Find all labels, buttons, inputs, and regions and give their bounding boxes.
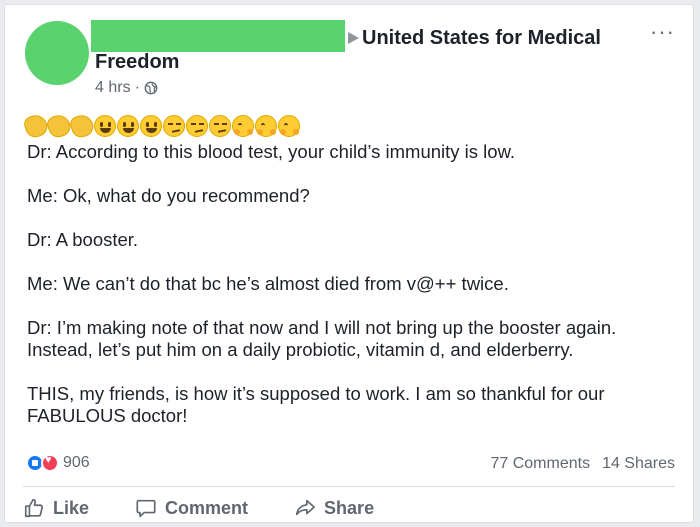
reaction-summary[interactable]: 906 <box>26 454 90 472</box>
globe-icon <box>144 81 158 95</box>
smirking-face-icon <box>163 115 185 137</box>
post-body: Dr: According to this blood test, your c… <box>27 141 687 449</box>
post-paragraph: Dr: A booster. <box>27 229 139 250</box>
post-time[interactable]: 4 hrs <box>95 79 131 97</box>
post-meta: 4 hrs · <box>95 79 158 97</box>
clapping-hands-icon <box>44 111 74 141</box>
comment-bubble-icon <box>136 499 156 518</box>
share-label: Share <box>324 497 375 518</box>
smirking-face-icon <box>186 115 208 137</box>
comment-label: Comment <box>165 497 249 518</box>
hugging-face-icon <box>232 115 254 137</box>
avatar-redacted[interactable] <box>25 21 89 85</box>
comment-button[interactable]: Comment <box>135 497 248 519</box>
engagement-counts: 77 Comments 14 Shares <box>490 455 675 473</box>
action-bar: Like Comment Share <box>23 497 374 519</box>
post-paragraph: Me: We can’t do that bc he’s almost died… <box>27 273 509 294</box>
hugging-face-icon <box>255 115 277 137</box>
like-label: Like <box>53 497 90 518</box>
clapping-hands-icon <box>21 111 51 141</box>
post-paragraph: Dr: I’m making note of that now and I wi… <box>27 317 617 360</box>
divider <box>23 486 675 487</box>
like-button[interactable]: Like <box>23 497 89 519</box>
author-name-redacted[interactable] <box>91 20 345 52</box>
shares-count[interactable]: 14 Shares <box>602 455 675 473</box>
meta-separator: · <box>134 79 140 96</box>
thumbs-up-icon <box>24 498 44 518</box>
share-button[interactable]: Share <box>294 497 374 519</box>
group-name-continued[interactable]: Freedom <box>95 51 179 74</box>
grinning-face-icon <box>140 115 162 137</box>
emoji-row <box>21 111 300 141</box>
post-paragraph: THIS, my friends, is how it’s supposed t… <box>27 383 605 426</box>
group-name[interactable]: United States for Medical <box>362 27 601 50</box>
comments-count[interactable]: 77 Comments <box>490 455 590 473</box>
love-reaction-icon <box>41 454 59 472</box>
triangle-right-icon <box>348 32 359 44</box>
hugging-face-icon <box>278 115 300 137</box>
reaction-count[interactable]: 906 <box>63 454 90 472</box>
post-card: United States for Medical Freedom 4 hrs … <box>4 4 694 523</box>
post-paragraph: Dr: According to this blood test, your c… <box>27 141 516 162</box>
clapping-hands-icon <box>67 111 97 141</box>
grinning-face-icon <box>94 115 116 137</box>
smirking-face-icon <box>209 115 231 137</box>
grinning-face-icon <box>117 115 139 137</box>
share-arrow-icon <box>295 499 316 516</box>
post-paragraph: Me: Ok, what do you recommend? <box>27 185 310 206</box>
more-options-button[interactable]: ··· <box>650 21 675 43</box>
